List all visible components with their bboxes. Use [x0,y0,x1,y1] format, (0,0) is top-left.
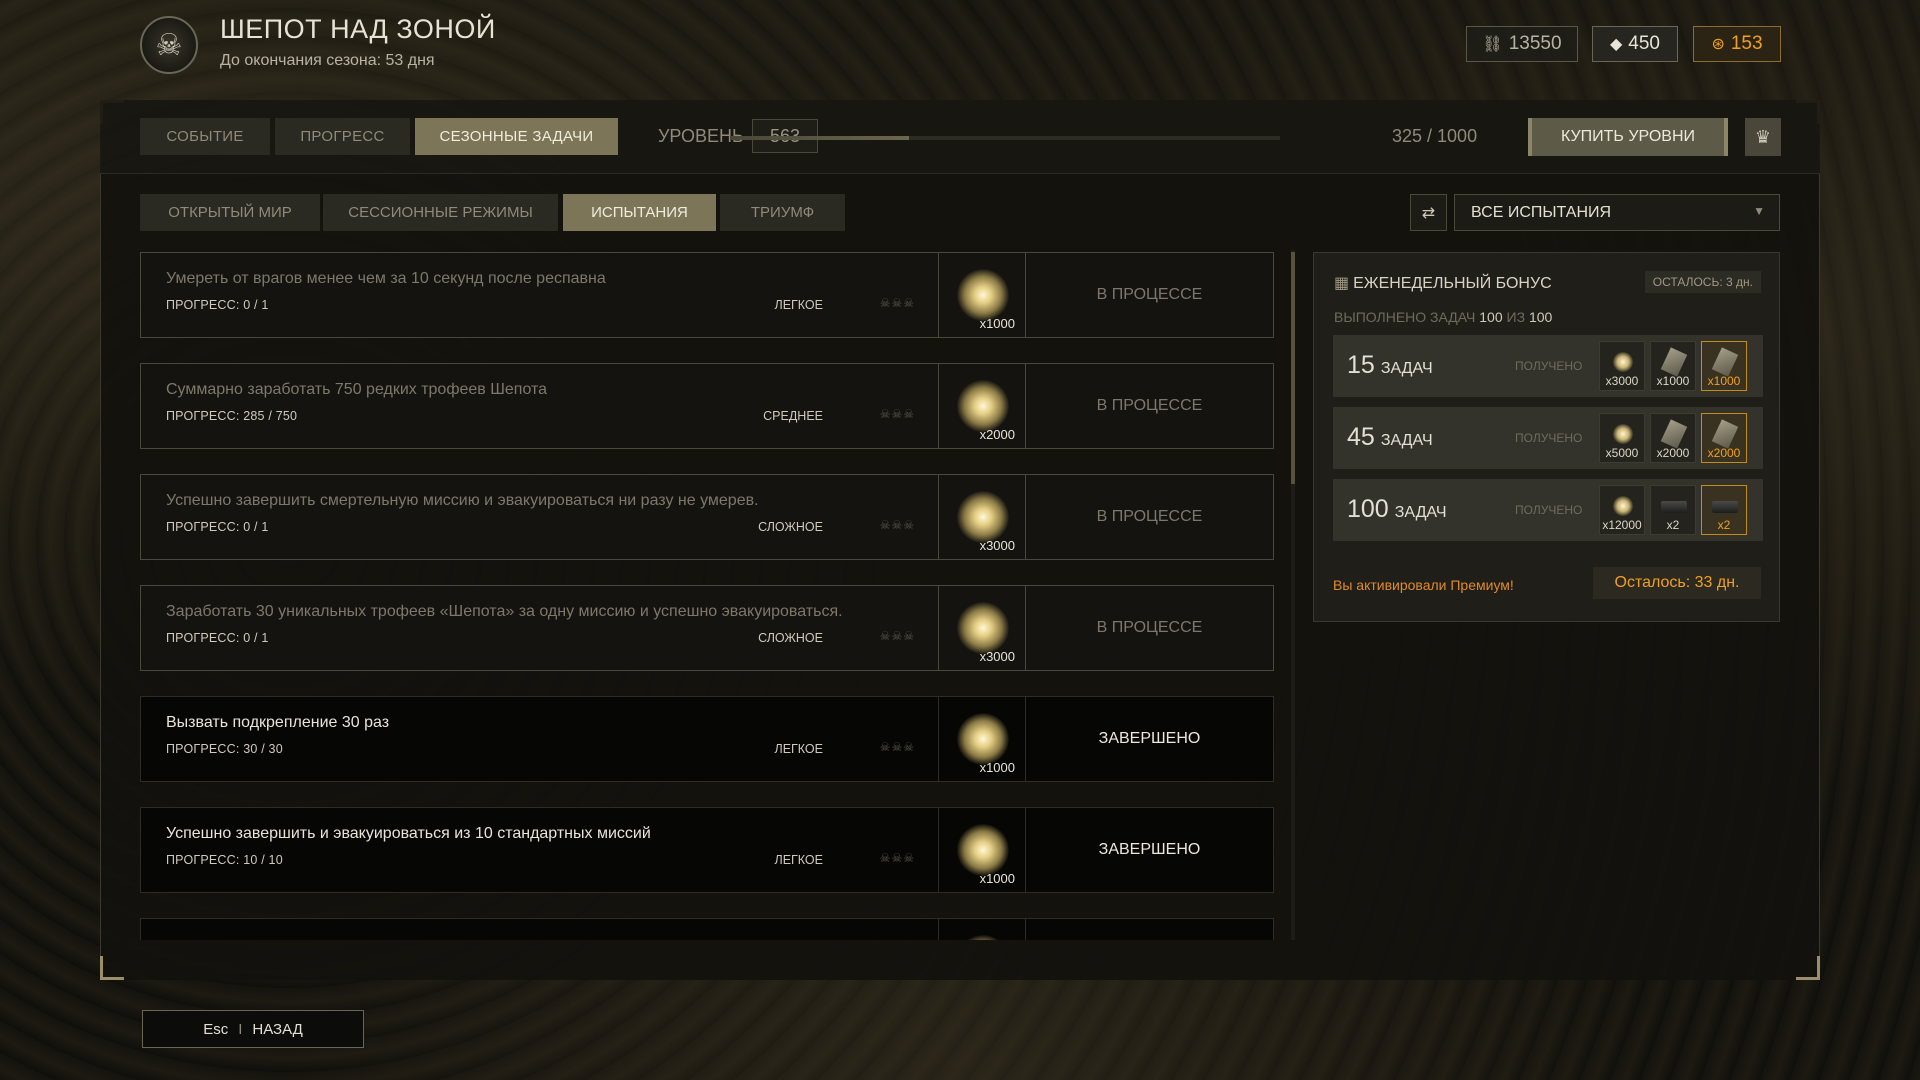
currency-links[interactable]: ⛓ 13550 [1466,26,1578,62]
level-progress-bar [730,136,1280,140]
task-reward: x2000 [938,364,1026,448]
task-reward: x1000 [938,697,1026,781]
reward-orb-icon [957,713,1009,765]
season-countdown: До окончания сезона: 53 дня [220,52,435,69]
device-icon [1712,501,1738,513]
task-reward: x1000 [938,808,1026,892]
task-status: ЗАВЕРШЕНО [1098,730,1201,747]
premium-reward-item[interactable]: x2000 [1701,413,1747,463]
ticket-icon [1711,419,1739,449]
reward-orb-icon [957,935,1009,940]
crown-icon[interactable]: ♛ [1745,118,1781,156]
task-row[interactable] [140,918,1274,940]
currency-coins[interactable]: ⊛ 153 [1693,26,1781,62]
level-progress-text: 325 / 1000 [1392,126,1478,146]
premium-status-text: Вы активировали Премиум! [1333,577,1514,593]
corner-ornament [1796,956,1820,980]
weekly-tier-45: 45 ЗАДАЧ ПОЛУЧЕНО x5000 x2000 x2000 [1333,407,1763,469]
task-row[interactable]: Успешно завершить и эвакуироваться из 10… [140,807,1274,893]
difficulty-skull-icon: ☠☠☠ [879,407,915,421]
premium-reward-item[interactable]: x2 [1701,485,1747,535]
coin-icon: ⊛ [1711,36,1725,53]
tab-season-tasks[interactable]: СЕЗОННЫЕ ЗАДАЧИ [415,118,618,155]
subtab-challenges[interactable]: ИСПЫТАНИЯ [563,194,716,231]
season-logo-icon: ☠ [140,16,198,74]
reward-item[interactable]: x2000 [1650,413,1696,463]
difficulty-skull-icon: ☠☠☠ [879,740,915,754]
task-status: В ПРОЦЕССЕ [1096,508,1203,525]
header: ☠ ШЕПОТ НАД ЗОНОЙ До окончания сезона: 5… [0,0,1920,100]
reward-item[interactable]: x3000 [1599,341,1645,391]
task-reward [938,919,1026,940]
page-title: ШЕПОТ НАД ЗОНОЙ [220,14,496,44]
subtab-open-world[interactable]: ОТКРЫТЫЙ МИР [140,194,320,231]
challenge-filter-select[interactable]: ВСЕ ИСПЫТАНИЯ ▼ [1454,194,1780,231]
ticket-icon [1660,347,1688,377]
difficulty-skull-icon: ☠☠☠ [879,629,915,643]
tab-progress[interactable]: ПРОГРЕСС [275,118,410,155]
task-reward: x3000 [938,586,1026,670]
scrollbar-thumb[interactable] [1291,252,1295,484]
weekly-completed-count: ВЫПОЛНЕНО ЗАДАЧ 100 ИЗ 100 [1334,309,1553,325]
subtab-session-modes[interactable]: СЕССИОННЫЕ РЕЖИМЫ [323,194,558,231]
task-row[interactable]: Успешно завершить смертельную миссию и э… [140,474,1274,560]
reward-orb-icon [1613,424,1633,444]
task-list[interactable]: Умереть от врагов менее чем за 10 секунд… [140,250,1274,940]
task-reward: x3000 [938,475,1026,559]
reward-orb-icon [957,269,1009,321]
task-row[interactable]: Вызвать подкрепление 30 раз ПРОГРЕСС: 30… [140,696,1274,782]
reward-orb-icon [957,602,1009,654]
weekly-time-left: ОСТАЛОСЬ: 3 дн. [1644,271,1761,293]
premium-time-left: Осталось: 33 дн. [1593,567,1761,599]
task-status: ЗАВЕРШЕНО [1098,841,1201,858]
device-icon [1661,501,1687,513]
tab-event[interactable]: СОБЫТИЕ [140,118,270,155]
reward-orb-icon [957,491,1009,543]
task-status: В ПРОЦЕССЕ [1096,619,1203,636]
reward-orb-icon [1613,496,1633,516]
reward-item[interactable]: x5000 [1599,413,1645,463]
subtab-triumph[interactable]: ТРИУМФ [720,194,845,231]
level-progress-fill [730,136,909,140]
difficulty-skull-icon: ☠☠☠ [879,851,915,865]
task-row[interactable]: Заработать 30 уникальных трофеев «Шепота… [140,585,1274,671]
currency-crystals[interactable]: ◆ 450 [1592,26,1678,62]
crystal-icon: ◆ [1609,36,1623,53]
task-row[interactable]: Умереть от врагов менее чем за 10 секунд… [140,252,1274,338]
reward-orb-icon [1613,352,1633,372]
difficulty-skull-icon: ☠☠☠ [879,296,915,310]
task-status: В ПРОЦЕССЕ [1096,397,1203,414]
weekly-bonus-title: ▦ ЕЖЕНЕДЕЛЬНЫЙ БОНУС [1334,275,1552,292]
reward-item[interactable]: x2 [1650,485,1696,535]
chevron-down-icon: ▼ [1753,204,1765,218]
back-button[interactable]: Esc I НАЗАД [142,1010,364,1048]
calendar-icon: ▦ [1334,275,1350,292]
weekly-tier-15: 15 ЗАДАЧ ПОЛУЧЕНО x3000 x1000 x1000 [1333,335,1763,397]
weekly-bonus-panel: ▦ ЕЖЕНЕДЕЛЬНЫЙ БОНУС ОСТАЛОСЬ: 3 дн. ВЫПО… [1313,252,1780,622]
task-row[interactable]: Суммарно заработать 750 редких трофеев Ш… [140,363,1274,449]
reward-item[interactable]: x12000 [1599,485,1645,535]
premium-reward-item[interactable]: x1000 [1701,341,1747,391]
task-status: В ПРОЦЕССЕ [1096,286,1203,303]
link-icon: ⛓ [1482,36,1503,53]
filter-settings-icon[interactable]: ⇄ [1410,194,1447,231]
task-list-scrollbar[interactable] [1291,250,1295,940]
ticket-icon [1711,347,1739,377]
corner-ornament [100,956,124,980]
filter-selected-value: ВСЕ ИСПЫТАНИЯ [1471,203,1612,221]
buy-levels-button[interactable]: КУПИТЬ УРОВНИ [1528,118,1728,156]
ticket-icon [1660,419,1688,449]
reward-orb-icon [957,380,1009,432]
difficulty-skull-icon: ☠☠☠ [879,518,915,532]
task-reward: x1000 [938,253,1026,337]
reward-orb-icon [957,824,1009,876]
weekly-tier-100: 100 ЗАДАЧ ПОЛУЧЕНО x12000 x2 x2 [1333,479,1763,541]
reward-item[interactable]: x1000 [1650,341,1696,391]
